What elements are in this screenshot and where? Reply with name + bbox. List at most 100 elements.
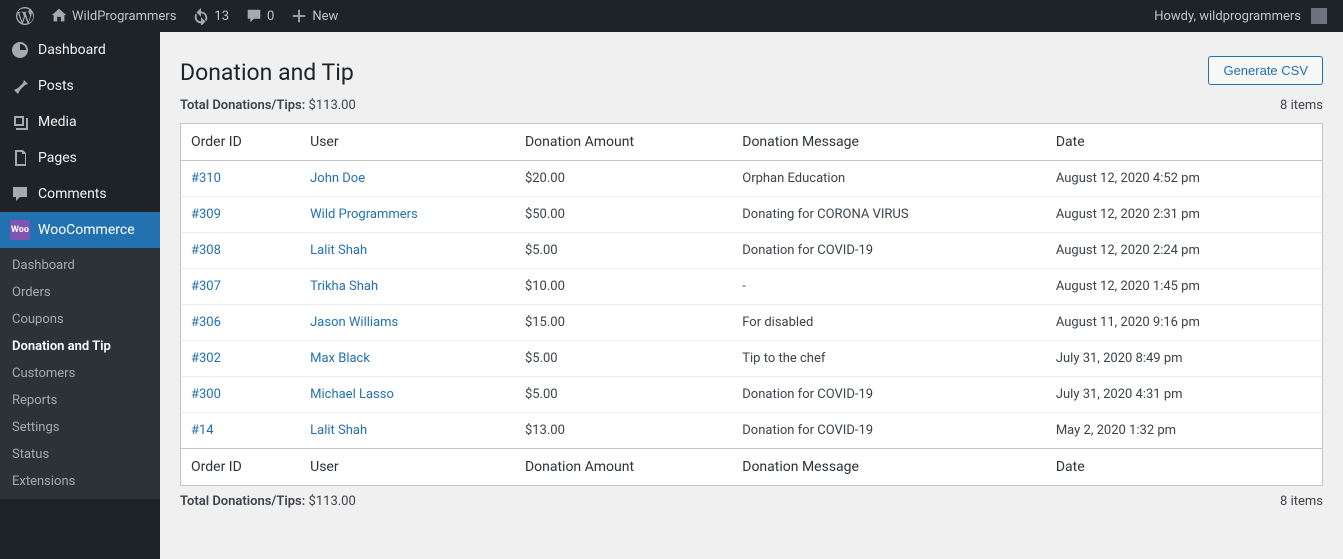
refresh-icon: [192, 7, 210, 25]
cell-amount: $13.00: [515, 412, 732, 448]
cell-amount: $5.00: [515, 232, 732, 268]
col-message: Donation Message: [732, 448, 1046, 485]
cell-amount: $50.00: [515, 196, 732, 232]
cell-message: Orphan Education: [732, 161, 1046, 196]
cell-message: Donation for COVID-19: [732, 376, 1046, 412]
user-link[interactable]: Wild Programmers: [310, 207, 418, 222]
menu-dashboard[interactable]: Dashboard: [0, 32, 160, 68]
menu-label: Dashboard: [38, 42, 106, 58]
cell-amount: $20.00: [515, 161, 732, 196]
account-link[interactable]: Howdy, wildprogrammers: [1146, 0, 1335, 32]
menu-pages[interactable]: Pages: [0, 140, 160, 176]
site-name: WildProgrammers: [72, 9, 176, 24]
submenu-dashboard[interactable]: Dashboard: [0, 252, 160, 279]
table-row: #308 Lalit Shah $5.00Donation for COVID-19…: [181, 232, 1322, 268]
media-icon: [10, 112, 30, 132]
cell-message: For disabled: [732, 304, 1046, 340]
items-count-bottom: 8 items: [1280, 494, 1323, 509]
comments-icon: [10, 184, 30, 204]
cell-message: -: [732, 268, 1046, 304]
submenu-settings[interactable]: Settings: [0, 414, 160, 441]
cell-message: Donation for COVID-19: [732, 412, 1046, 448]
wp-logo[interactable]: [8, 0, 42, 32]
cell-date: July 31, 2020 8:49 pm: [1046, 340, 1322, 376]
user-link[interactable]: Lalit Shah: [310, 423, 367, 438]
home-icon: [50, 7, 68, 25]
admin-sidebar: Dashboard Posts Media Pages Comments Woo…: [0, 32, 160, 559]
col-user: User: [300, 124, 515, 161]
menu-label: Posts: [38, 78, 74, 94]
user-link[interactable]: Jason Williams: [310, 315, 398, 330]
col-user: User: [300, 448, 515, 485]
col-order-id[interactable]: Order ID: [181, 448, 300, 485]
site-name-link[interactable]: WildProgrammers: [42, 0, 184, 32]
donations-table: Order ID User Donation Amount Donation M…: [180, 123, 1323, 486]
order-link[interactable]: #309: [191, 207, 221, 222]
order-link[interactable]: #302: [191, 351, 221, 366]
table-row: #307Trikha Shah$10.00-August 12, 2020 1:…: [181, 268, 1322, 304]
comment-icon: [245, 7, 263, 25]
menu-posts[interactable]: Posts: [0, 68, 160, 104]
submenu-extensions[interactable]: Extensions: [0, 468, 160, 495]
pin-icon: [10, 76, 30, 96]
menu-label: Comments: [38, 186, 107, 202]
avatar: [1311, 8, 1327, 24]
comments-count: 0: [267, 9, 274, 24]
user-link[interactable]: Michael Lasso: [310, 387, 394, 402]
cell-date: July 31, 2020 4:31 pm: [1046, 376, 1322, 412]
comments-link[interactable]: 0: [237, 0, 282, 32]
cell-amount: $10.00: [515, 268, 732, 304]
menu-woocommerce[interactable]: Woo WooCommerce: [0, 212, 160, 248]
cell-date: August 12, 2020 4:52 pm: [1046, 161, 1322, 196]
menu-media[interactable]: Media: [0, 104, 160, 140]
order-link[interactable]: #308: [191, 243, 221, 258]
order-link[interactable]: #306: [191, 315, 221, 330]
updates-link[interactable]: 13: [184, 0, 237, 32]
order-link[interactable]: #307: [191, 279, 221, 294]
col-message: Donation Message: [732, 124, 1046, 161]
submenu-reports[interactable]: Reports: [0, 387, 160, 414]
cell-message: Tip to the chef: [732, 340, 1046, 376]
total-label: Total Donations/Tips:: [180, 98, 305, 113]
submenu-status[interactable]: Status: [0, 441, 160, 468]
menu-comments[interactable]: Comments: [0, 176, 160, 212]
menu-label: Pages: [38, 150, 77, 166]
dashboard-icon: [10, 40, 30, 60]
user-link[interactable]: Max Black: [310, 351, 370, 366]
order-link[interactable]: #310: [191, 171, 221, 186]
table-row: #310 John Doe $20.00Orphan EducationAugust…: [181, 161, 1322, 196]
table-row: #14 Lalit Shah $13.00Donation for COVID-19…: [181, 412, 1322, 448]
user-link[interactable]: John Doe: [310, 171, 365, 186]
admin-bar: WildProgrammers 13 0 New Howdy, wildprog…: [0, 0, 1343, 32]
generate-csv-button[interactable]: Generate CSV: [1208, 56, 1323, 85]
order-link[interactable]: #300: [191, 387, 221, 402]
items-count: 8 items: [1280, 98, 1323, 113]
menu-label: Media: [38, 114, 77, 130]
total-donations: Total Donations/Tips: $113.00: [180, 98, 356, 113]
cell-date: May 2, 2020 1:32 pm: [1046, 412, 1322, 448]
user-link[interactable]: Lalit Shah: [310, 243, 367, 258]
table-row: #306Jason Williams$15.00For disabledAugu…: [181, 304, 1322, 340]
menu-label: WooCommerce: [38, 222, 135, 238]
woocommerce-icon: Woo: [10, 220, 30, 240]
order-link[interactable]: #14: [191, 423, 214, 438]
new-label: New: [312, 9, 338, 24]
submenu-orders[interactable]: Orders: [0, 279, 160, 306]
submenu-customers[interactable]: Customers: [0, 360, 160, 387]
submenu-coupons[interactable]: Coupons: [0, 306, 160, 333]
cell-amount: $15.00: [515, 304, 732, 340]
table-row: #300 Michael Lasso $5.00Donation for COVID…: [181, 376, 1322, 412]
cell-amount: $5.00: [515, 376, 732, 412]
user-link[interactable]: Trikha Shah: [310, 279, 378, 294]
plus-icon: [290, 7, 308, 25]
cell-message: Donation for COVID-19: [732, 232, 1046, 268]
submenu-donation-tip[interactable]: Donation and Tip: [0, 333, 160, 360]
cell-date: August 12, 2020 2:31 pm: [1046, 196, 1322, 232]
col-date: Date: [1046, 124, 1322, 161]
table-row: #302Max Black$5.00Tip to the chefJuly 31…: [181, 340, 1322, 376]
col-order-id[interactable]: Order ID: [181, 124, 300, 161]
new-link[interactable]: New: [282, 0, 346, 32]
cell-message: Donating for CORONA VIRUS: [732, 196, 1046, 232]
pages-icon: [10, 148, 30, 168]
submenu-woocommerce: Dashboard Orders Coupons Donation and Ti…: [0, 248, 160, 499]
